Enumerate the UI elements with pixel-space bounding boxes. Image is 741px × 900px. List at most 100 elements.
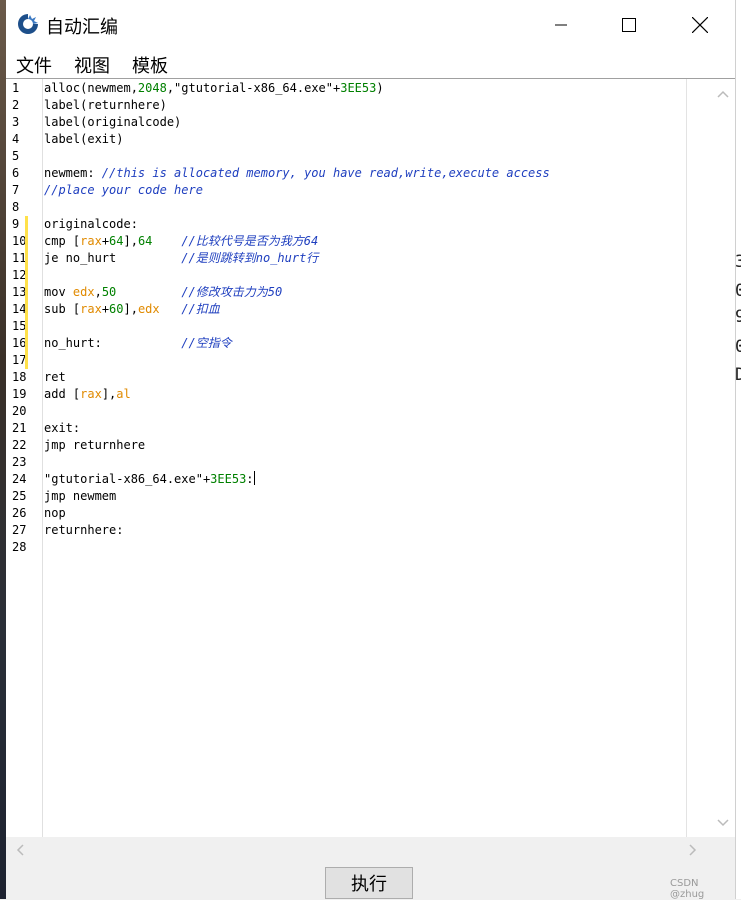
code-comment: //this is allocated memory, you have rea… bbox=[101, 166, 550, 180]
code-token: nop bbox=[44, 506, 66, 520]
code-token: "gtutorial-x86_64.exe"+ bbox=[44, 472, 211, 486]
bottom-bar: 执行 CSDN @zhug bbox=[6, 863, 735, 900]
code-token: edx bbox=[72, 285, 95, 299]
title-bar[interactable]: 自动汇编 bbox=[6, 0, 735, 50]
line-number: 6 bbox=[12, 166, 20, 180]
code-token: no_hurt: bbox=[44, 336, 182, 350]
code-token: ], bbox=[123, 234, 138, 248]
code-token: cmp [ bbox=[44, 234, 81, 248]
text-cursor bbox=[253, 471, 255, 485]
line-number: 26 bbox=[12, 506, 27, 520]
line-number: 22 bbox=[12, 438, 27, 452]
code-line[interactable]: label(returnhere) bbox=[44, 97, 167, 114]
vertical-scrollbar[interactable] bbox=[686, 79, 735, 838]
code-line[interactable]: "gtutorial-x86_64.exe"+3EE53: bbox=[44, 471, 255, 488]
code-token: returnhere: bbox=[44, 523, 124, 537]
code-line[interactable]: mov edx,50 //修改攻击力为50 bbox=[44, 284, 282, 301]
code-token: : bbox=[246, 472, 254, 486]
code-token: label(originalcode) bbox=[44, 115, 182, 129]
close-icon bbox=[692, 17, 708, 33]
minimize-button[interactable] bbox=[532, 0, 590, 50]
line-number: 2 bbox=[12, 98, 20, 112]
code-line[interactable]: exit: bbox=[44, 420, 80, 437]
menu-file[interactable]: 文件 bbox=[16, 52, 52, 78]
code-token: sub [ bbox=[44, 302, 81, 316]
code-line[interactable]: label(originalcode) bbox=[44, 114, 181, 131]
code-line[interactable]: no_hurt: //空指令 bbox=[44, 335, 232, 352]
code-line[interactable]: sub [rax+60],edx //扣血 bbox=[44, 301, 220, 318]
code-token: alloc(newmem, bbox=[44, 81, 138, 95]
code-line[interactable]: alloc(newmem,2048,"gtutorial-x86_64.exe"… bbox=[44, 80, 384, 97]
code-line[interactable]: add [rax],al bbox=[44, 386, 131, 403]
code-comment: //扣血 bbox=[181, 302, 220, 316]
scroll-left-icon[interactable] bbox=[16, 844, 24, 856]
code-token: mov bbox=[44, 285, 73, 299]
code-token: originalcode: bbox=[44, 217, 138, 231]
code-token: jmp returnhere bbox=[44, 438, 146, 452]
code-token: 50 bbox=[101, 285, 117, 299]
code-token: label(exit) bbox=[44, 132, 124, 146]
menu-template[interactable]: 模板 bbox=[132, 52, 168, 78]
line-number: 28 bbox=[12, 540, 27, 554]
code-token: rax bbox=[80, 387, 102, 401]
code-token: 64 bbox=[137, 234, 153, 248]
maximize-button[interactable] bbox=[600, 0, 658, 50]
code-line[interactable]: label(exit) bbox=[44, 131, 123, 148]
code-token: add [ bbox=[44, 387, 81, 401]
line-number: 24 bbox=[12, 472, 27, 486]
code-text-area[interactable]: alloc(newmem,2048,"gtutorial-x86_64.exe"… bbox=[44, 79, 684, 838]
window-title: 自动汇编 bbox=[46, 17, 118, 38]
line-number: 4 bbox=[12, 132, 20, 146]
line-number: 20 bbox=[12, 404, 27, 418]
code-line[interactable]: cmp [rax+64],64 //比较代号是否为我方64 bbox=[44, 233, 318, 250]
background-text: 9 bbox=[735, 307, 741, 327]
code-editor[interactable]: 1 2 3 4 5 6 7 8 9 10 11 12 13 14 15 16 17 18 19 20 21 22 23 24 2… bbox=[6, 78, 735, 839]
code-line[interactable]: newmem: //this is allocated memory, you … bbox=[44, 165, 550, 182]
code-token: ], bbox=[101, 387, 117, 401]
line-number: 21 bbox=[12, 421, 27, 435]
background-text: 0 bbox=[735, 337, 741, 357]
menu-view[interactable]: 视图 bbox=[74, 52, 110, 78]
scroll-up-icon[interactable] bbox=[717, 90, 729, 98]
code-token: 3EE53 bbox=[210, 472, 247, 486]
code-line[interactable]: //place your code here bbox=[44, 182, 203, 199]
line-number: 19 bbox=[12, 387, 27, 401]
code-token: newmem: bbox=[44, 166, 102, 180]
line-number: 8 bbox=[12, 200, 20, 214]
code-token: 2048 bbox=[137, 81, 167, 95]
code-line[interactable]: je no_hurt //是则跳转到no_hurt行 bbox=[44, 250, 318, 267]
line-number: 18 bbox=[12, 370, 27, 384]
code-token: je no_hurt bbox=[44, 251, 182, 265]
desktop-background-right bbox=[735, 0, 741, 899]
scroll-right-icon[interactable] bbox=[689, 844, 697, 856]
line-number: 23 bbox=[12, 455, 27, 469]
code-token: label(returnhere) bbox=[44, 98, 167, 112]
cheat-engine-icon bbox=[18, 14, 38, 34]
code-comment: //修改攻击力为50 bbox=[181, 285, 283, 299]
close-button[interactable] bbox=[671, 0, 729, 50]
code-token: , bbox=[94, 285, 102, 299]
code-token: 64 bbox=[109, 234, 124, 248]
code-line[interactable]: nop bbox=[44, 505, 66, 522]
code-token: ], bbox=[123, 302, 138, 316]
code-token: ) bbox=[376, 81, 384, 95]
code-line[interactable]: jmp newmem bbox=[44, 488, 116, 505]
background-text: D bbox=[735, 365, 741, 385]
code-token: ,"gtutorial-x86_64.exe"+ bbox=[166, 81, 341, 95]
code-token: exit: bbox=[44, 421, 81, 435]
maximize-icon bbox=[622, 18, 636, 32]
code-line[interactable]: jmp returnhere bbox=[44, 437, 145, 454]
code-token: 3EE53 bbox=[340, 81, 377, 95]
execute-button[interactable]: 执行 bbox=[325, 867, 413, 899]
code-line[interactable]: ret bbox=[44, 369, 66, 386]
scroll-down-icon[interactable] bbox=[717, 819, 729, 827]
modified-lines-marker bbox=[25, 216, 28, 369]
code-line[interactable]: originalcode: bbox=[44, 216, 138, 233]
code-line[interactable]: returnhere: bbox=[44, 522, 123, 539]
code-token: rax bbox=[80, 302, 102, 316]
horizontal-scrollbar[interactable] bbox=[6, 837, 735, 863]
line-number: 25 bbox=[12, 489, 27, 503]
